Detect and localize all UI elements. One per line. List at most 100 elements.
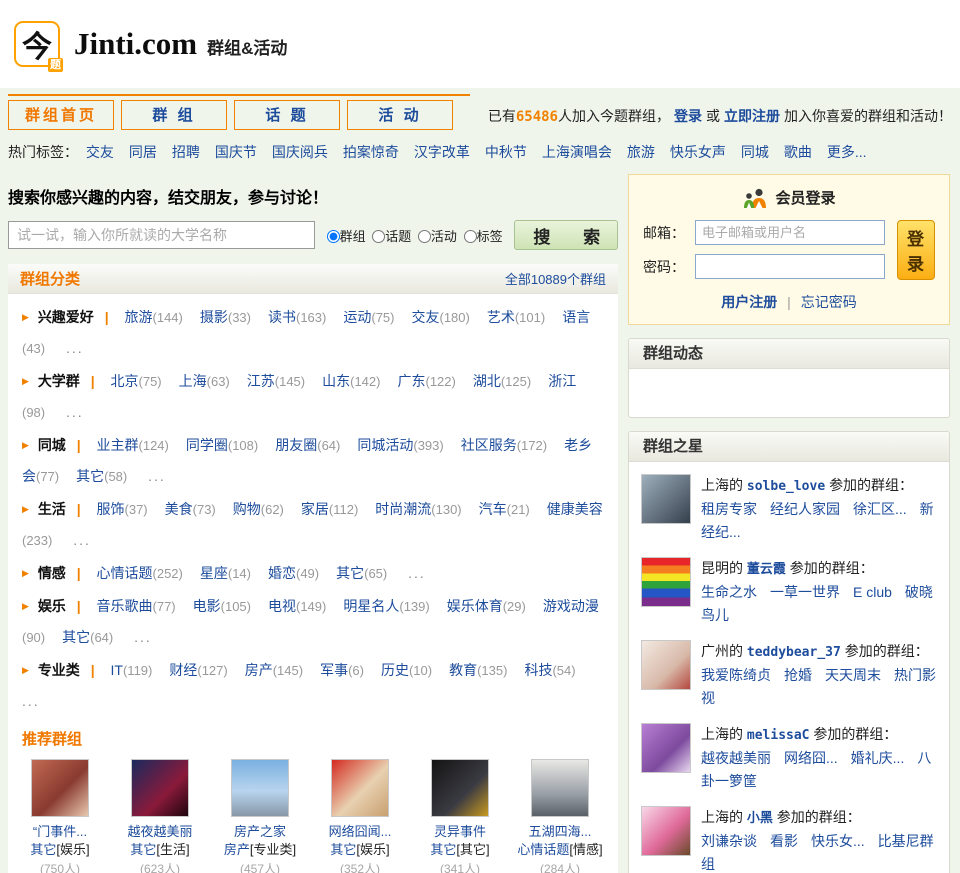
category-link[interactable]: 星座(14) xyxy=(200,565,251,581)
radio-option-groups[interactable]: 群组 xyxy=(326,229,366,244)
hot-tag-link[interactable]: 快乐女声 xyxy=(670,144,726,160)
hot-tag-link[interactable]: 旅游 xyxy=(627,144,655,160)
user-register-link[interactable]: 用户注册 xyxy=(721,294,777,310)
category-link[interactable]: 明星名人(139) xyxy=(343,598,429,614)
group-category-link[interactable]: 心情话题 xyxy=(517,842,569,857)
group-thumbnail[interactable] xyxy=(131,759,189,817)
jinti-logo-icon[interactable]: 今 题 xyxy=(14,21,63,72)
hot-tag-link[interactable]: 中秋节 xyxy=(485,144,527,160)
group-category-link[interactable]: 其它 xyxy=(430,842,456,857)
forgot-password-link[interactable]: 忘记密码 xyxy=(801,294,857,310)
group-category-link[interactable]: 其它 xyxy=(30,842,56,857)
category-link[interactable]: 湖北(125) xyxy=(473,373,531,389)
category-link[interactable]: 婚恋(49) xyxy=(268,565,319,581)
category-more-link[interactable]: ... xyxy=(73,532,91,548)
radio-option-activities[interactable]: 活动 xyxy=(417,229,457,244)
tab-groups[interactable]: 群 组 xyxy=(121,100,227,130)
group-thumbnail[interactable] xyxy=(331,759,389,817)
group-link[interactable]: 抢婚 xyxy=(784,667,812,683)
category-link[interactable]: 同城活动(393) xyxy=(357,437,443,453)
radio-tags-input[interactable] xyxy=(463,229,477,243)
group-title-link[interactable]: 五湖四海... xyxy=(510,823,610,841)
category-link[interactable]: 其它(58) xyxy=(76,468,127,484)
group-title-link[interactable]: 房产之家 xyxy=(210,823,310,841)
category-link[interactable]: 电视(149) xyxy=(268,598,326,614)
password-input[interactable] xyxy=(695,254,885,279)
recommended-group-card[interactable]: 网络囧闻... 其它[娱乐] (352人) xyxy=(310,759,410,873)
group-link[interactable]: 看影 xyxy=(770,833,798,849)
radio-groups-input[interactable] xyxy=(326,229,340,243)
group-link[interactable]: 一草一世界 xyxy=(770,584,840,600)
hot-tag-link[interactable]: 同城 xyxy=(741,144,769,160)
group-category-link[interactable]: 其它 xyxy=(330,842,356,857)
tab-activities[interactable]: 活 动 xyxy=(347,100,453,130)
category-link[interactable]: 军事(6) xyxy=(320,662,364,678)
recommended-group-card[interactable]: 五湖四海... 心情话题[情感] (284人) xyxy=(510,759,610,873)
user-avatar[interactable] xyxy=(641,557,691,607)
recommended-group-card[interactable]: 灵异事件 其它[其它] (341人) xyxy=(410,759,510,873)
group-link[interactable]: 越夜越美丽 xyxy=(701,750,771,766)
group-thumbnail[interactable] xyxy=(431,759,489,817)
group-title-link[interactable]: “门事件... xyxy=(10,823,110,841)
tab-group-home[interactable]: 群组首页 xyxy=(8,100,114,130)
username-link[interactable]: melissaC xyxy=(747,728,810,743)
category-link[interactable]: IT(119) xyxy=(111,662,153,678)
radio-activities-input[interactable] xyxy=(417,229,431,243)
category-link[interactable]: 其它(64) xyxy=(62,629,113,645)
group-link[interactable]: 徐汇区... xyxy=(853,501,907,517)
category-more-link[interactable]: ... xyxy=(66,340,84,356)
hot-tag-link[interactable]: 国庆节 xyxy=(215,144,257,160)
category-link[interactable]: 社区服务(172) xyxy=(461,437,547,453)
group-title-link[interactable]: 灵异事件 xyxy=(410,823,510,841)
category-link[interactable]: 购物(62) xyxy=(233,501,284,517)
group-title-link[interactable]: 网络囧闻... xyxy=(310,823,410,841)
group-thumbnail[interactable] xyxy=(531,759,589,817)
login-button[interactable]: 登 录 xyxy=(897,220,935,280)
category-link[interactable]: 电影(105) xyxy=(193,598,251,614)
category-link[interactable]: 北京(75) xyxy=(111,373,162,389)
group-link[interactable]: 经纪人家园 xyxy=(770,501,840,517)
hot-tag-link[interactable]: 同居 xyxy=(129,144,157,160)
search-input[interactable] xyxy=(8,221,315,249)
group-category-link[interactable]: 房产 xyxy=(224,842,250,857)
group-category-link[interactable]: 其它 xyxy=(130,842,156,857)
category-link[interactable]: 历史(10) xyxy=(381,662,432,678)
username-link[interactable]: solbe_love xyxy=(747,479,825,494)
user-avatar[interactable] xyxy=(641,474,691,524)
category-link[interactable]: 美食(73) xyxy=(165,501,216,517)
category-link[interactable]: 教育(135) xyxy=(449,662,507,678)
username-link[interactable]: teddybear_37 xyxy=(747,645,841,660)
category-link[interactable]: 读书(163) xyxy=(268,309,326,325)
recommended-group-card[interactable]: 房产之家 房产[专业类] (457人) xyxy=(210,759,310,873)
hot-tag-link[interactable]: 国庆阅兵 xyxy=(272,144,328,160)
group-link[interactable]: 快乐女... xyxy=(811,833,865,849)
category-link[interactable]: 房产(145) xyxy=(245,662,303,678)
group-link[interactable]: 婚礼庆... xyxy=(851,750,905,766)
category-more-link[interactable]: ... xyxy=(148,468,166,484)
group-link[interactable]: E club xyxy=(853,584,892,600)
category-link[interactable]: 江苏(145) xyxy=(247,373,305,389)
category-link[interactable]: 家居(112) xyxy=(301,501,358,517)
all-groups-link[interactable]: 全部10889个群组 xyxy=(505,269,606,288)
tab-topics[interactable]: 话 题 xyxy=(234,100,340,130)
group-link[interactable]: 刘谦杂谈 xyxy=(701,833,757,849)
category-more-link[interactable]: ... xyxy=(66,404,84,420)
login-link[interactable]: 登录 xyxy=(674,108,702,124)
hot-tag-link[interactable]: 歌曲 xyxy=(784,144,812,160)
category-link[interactable]: 山东(142) xyxy=(322,373,380,389)
hot-tag-link[interactable]: 上海演唱会 xyxy=(542,144,612,160)
category-link[interactable]: 旅游(144) xyxy=(125,309,183,325)
category-link[interactable]: 时尚潮流(130) xyxy=(375,501,461,517)
category-link[interactable]: 业主群(124) xyxy=(97,437,169,453)
recommended-group-card[interactable]: 越夜越美丽 其它[生活] (623人) xyxy=(110,759,210,873)
username-link[interactable]: 董云霞 xyxy=(747,562,786,577)
category-link[interactable]: 广东(122) xyxy=(397,373,455,389)
category-link[interactable]: 汽车(21) xyxy=(479,501,530,517)
brand-name[interactable]: Jinti.com xyxy=(74,26,197,62)
category-link[interactable]: 服饰(37) xyxy=(97,501,148,517)
user-avatar[interactable] xyxy=(641,640,691,690)
user-avatar[interactable] xyxy=(641,723,691,773)
category-link[interactable]: 艺术(101) xyxy=(487,309,545,325)
hot-tag-link[interactable]: 交友 xyxy=(86,144,114,160)
group-thumbnail[interactable] xyxy=(231,759,289,817)
